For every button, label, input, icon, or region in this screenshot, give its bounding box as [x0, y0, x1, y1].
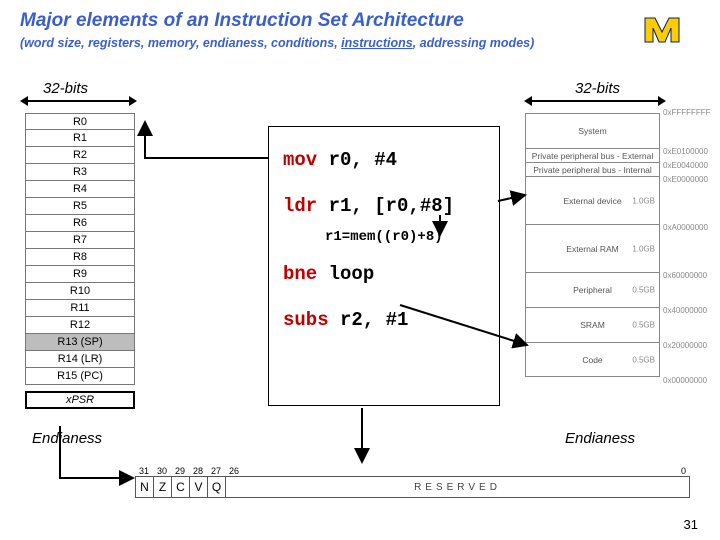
- mem-address: 0xA0000000: [663, 223, 708, 232]
- mem-segment: System: [526, 113, 659, 148]
- page-subtitle: (word size, registers, memory, endianess…: [20, 36, 534, 50]
- endianess-label-left: Endianess: [32, 430, 102, 447]
- psr-boxes: N Z C V Q RESERVED: [135, 476, 690, 498]
- page-title: Major elements of an Instruction Set Arc…: [20, 10, 464, 32]
- mem-address: 0xE0000000: [663, 175, 708, 184]
- bit-lbl: 27: [207, 466, 225, 476]
- code-line-subs: subs r2, #1: [283, 309, 485, 331]
- reg-row: R5: [25, 198, 135, 215]
- bit-lbl: 30: [153, 466, 171, 476]
- width-arrow-left: [26, 100, 131, 102]
- memory-map: SystemPrivate peripheral bus - ExternalP…: [525, 113, 710, 377]
- psr-bar: 31 30 29 28 27 26 0 N Z C V Q RESERVED: [135, 466, 690, 498]
- code-rest: r1, [r0,#8]: [317, 195, 454, 217]
- kw-bne: bne: [283, 263, 317, 285]
- reg-row: R2: [25, 147, 135, 164]
- mem-size: 1.0GB: [632, 244, 655, 253]
- kw-ldr: ldr: [283, 195, 317, 217]
- reg-row-pc: R15 (PC): [25, 368, 135, 385]
- psr-flag-v: V: [190, 477, 208, 497]
- psr-reserved: RESERVED: [226, 477, 689, 497]
- code-annotation: r1=mem((r0)+8): [325, 229, 485, 245]
- endianess-label-right: Endianess: [565, 430, 635, 447]
- spacer: [243, 466, 681, 476]
- reg-row-sp: R13 (SP): [25, 334, 135, 351]
- code-line-bne: bne loop: [283, 263, 485, 285]
- psr-flag-z: Z: [154, 477, 172, 497]
- mem-size: 1.0GB: [632, 196, 655, 205]
- bit-lbl: 29: [171, 466, 189, 476]
- slide-number: 31: [684, 517, 698, 532]
- mem-segment: Private peripheral bus - Internal: [526, 162, 659, 176]
- reg-row-lr: R14 (LR): [25, 351, 135, 368]
- reg-row: R7: [25, 232, 135, 249]
- instruction-code-box: mov r0, #4 ldr r1, [r0,#8] r1=mem((r0)+8…: [268, 126, 500, 406]
- mem-segment: Peripheral0.5GB: [526, 272, 659, 307]
- bit-lbl: 26: [225, 466, 243, 476]
- bits-label-left: 32-bits: [43, 80, 88, 97]
- width-arrow-right: [530, 100, 660, 102]
- mem-address: 0x00000000: [663, 376, 707, 385]
- psr-flag-q: Q: [208, 477, 226, 497]
- mem-address: 0xFFFFFFFF: [663, 108, 711, 117]
- code-rest: r2, #1: [329, 309, 409, 331]
- mem-segment: Private peripheral bus - External: [526, 148, 659, 162]
- mem-address: 0x40000000: [663, 306, 707, 315]
- psr-flag-n: N: [136, 477, 154, 497]
- bit-lbl: 28: [189, 466, 207, 476]
- code-line-ldr: ldr r1, [r0,#8]: [283, 195, 485, 217]
- bits-label-right: 32-bits: [575, 80, 620, 97]
- reg-row: R3: [25, 164, 135, 181]
- mem-size: 0.5GB: [632, 286, 655, 295]
- kw-subs: subs: [283, 309, 329, 331]
- psr-flag-c: C: [172, 477, 190, 497]
- mem-segment: External RAM1.0GB: [526, 224, 659, 272]
- bit-lbl: 31: [135, 466, 153, 476]
- mem-address: 0xE0040000: [663, 161, 708, 170]
- mem-segment: Code0.5GB: [526, 342, 659, 377]
- reg-row: R10: [25, 283, 135, 300]
- kw-mov: mov: [283, 149, 317, 171]
- register-table: R0 R1 R2 R3 R4 R5 R6 R7 R8 R9 R10 R11 R1…: [25, 113, 135, 409]
- code-rest: r0, #4: [317, 149, 397, 171]
- psr-bit-labels: 31 30 29 28 27 26 0: [135, 466, 690, 476]
- reg-row: R9: [25, 266, 135, 283]
- mem-size: 0.5GB: [632, 321, 655, 330]
- bit-lbl-zero: 0: [681, 466, 686, 476]
- reg-row: R1: [25, 130, 135, 147]
- mem-segment: External device1.0GB: [526, 176, 659, 224]
- code-line-mov: mov r0, #4: [283, 149, 485, 171]
- subtitle-pre: (word size, registers, memory, endianess…: [20, 36, 341, 50]
- reg-row: R8: [25, 249, 135, 266]
- code-rest: loop: [317, 263, 374, 285]
- reg-row: R4: [25, 181, 135, 198]
- reg-row: R12: [25, 317, 135, 334]
- reg-row: R11: [25, 300, 135, 317]
- mem-address: 0x60000000: [663, 271, 707, 280]
- subtitle-post: , addressing modes): [413, 36, 535, 50]
- reg-xpsr: xPSR: [25, 391, 135, 409]
- subtitle-underline: instructions: [341, 36, 413, 50]
- mem-address: 0xE0100000: [663, 147, 708, 156]
- mem-segment: SRAM0.5GB: [526, 307, 659, 342]
- michigan-logo: [640, 10, 700, 50]
- mem-address: 0x20000000: [663, 341, 707, 350]
- mem-size: 0.5GB: [632, 355, 655, 364]
- reg-row: R0: [25, 113, 135, 130]
- reg-row: R6: [25, 215, 135, 232]
